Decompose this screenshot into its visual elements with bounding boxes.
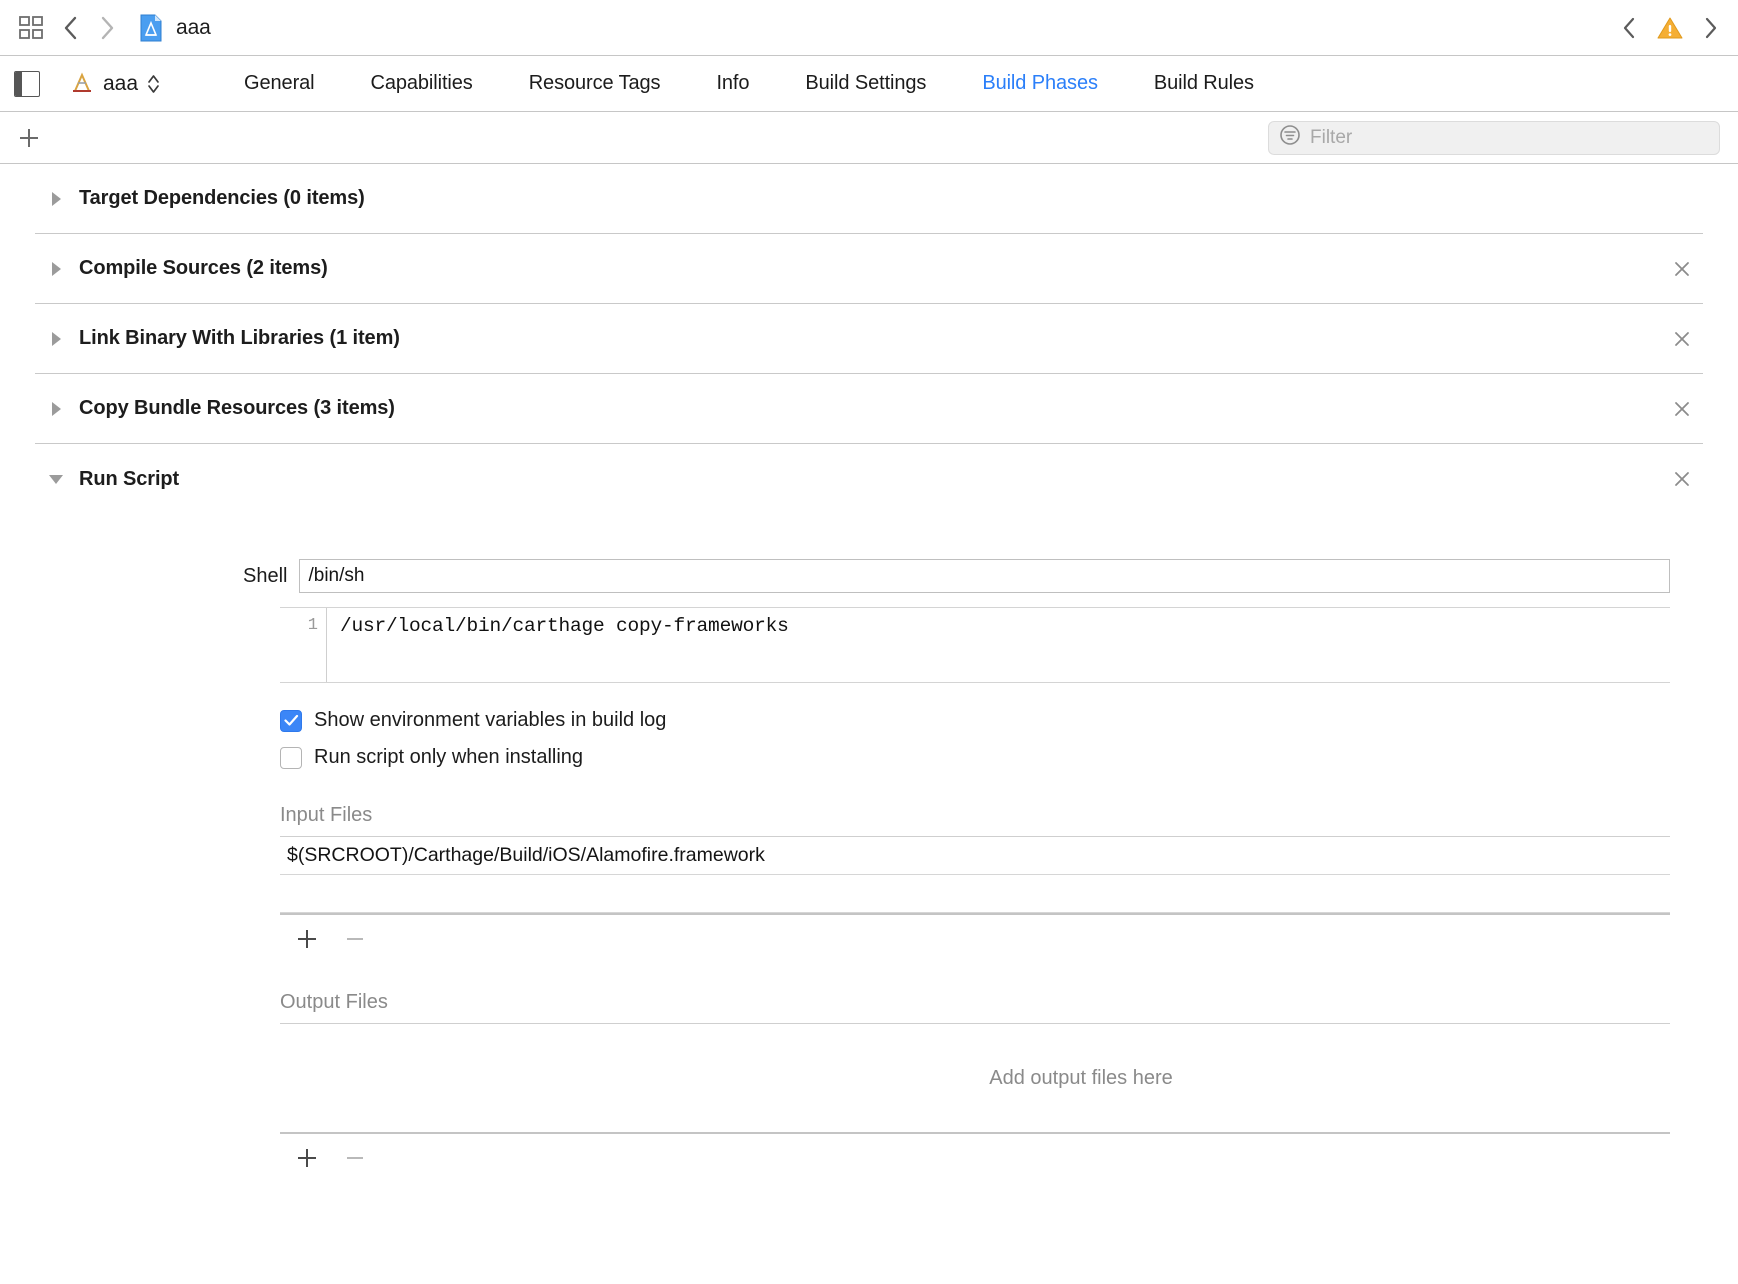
install-only-label: Run script only when installing — [314, 746, 584, 768]
chevron-right-icon[interactable] — [42, 395, 70, 423]
chevron-down-icon[interactable] — [42, 465, 70, 493]
phase-row-compile-sources[interactable]: Compile Sources (2 items) — [35, 234, 1703, 304]
output-files-table: Add output files here — [280, 1023, 1670, 1132]
chevron-right-icon[interactable] — [42, 185, 70, 213]
add-input-file-button[interactable] — [294, 926, 320, 952]
input-file-row[interactable]: $(SRCROOT)/Carthage/Build/iOS/Alamofire.… — [280, 837, 1670, 875]
tab-list: General Capabilities Resource Tags Info … — [216, 72, 1282, 95]
build-phases-list: Target Dependencies (0 items) Compile So… — [0, 164, 1738, 1284]
previous-issue-button[interactable] — [1618, 13, 1640, 43]
output-files-empty-text: Add output files here — [989, 1066, 1173, 1089]
add-output-file-button[interactable] — [294, 1145, 320, 1171]
phase-title: Target Dependencies (0 items) — [79, 187, 365, 209]
editor-tab-bar: aaa General Capabilities Resource Tags I… — [0, 56, 1738, 112]
tab-general[interactable]: General — [216, 72, 342, 95]
script-text[interactable]: /usr/local/bin/carthage copy-frameworks — [327, 608, 1670, 682]
show-env-variables-label: Show environment variables in build log — [314, 709, 667, 731]
navigator-panel-toggle-icon[interactable] — [14, 70, 40, 97]
show-env-variables-row[interactable]: Show environment variables in build log — [280, 702, 1703, 739]
line-number: 1 — [280, 608, 327, 682]
install-only-checkbox[interactable] — [280, 746, 302, 769]
filter-placeholder: Filter — [1310, 126, 1353, 148]
warning-triangle-icon[interactable] — [1656, 14, 1684, 42]
phase-row-run-script[interactable]: Run Script — [35, 444, 1703, 514]
target-name: aaa — [103, 71, 139, 95]
close-x-icon[interactable] — [1669, 256, 1695, 282]
script-options: Show environment variables in build log … — [280, 702, 1703, 776]
show-env-variables-checkbox[interactable] — [280, 709, 302, 732]
back-button[interactable] — [60, 13, 82, 43]
phase-row-link-binary[interactable]: Link Binary With Libraries (1 item) — [35, 304, 1703, 374]
next-issue-button[interactable] — [1700, 13, 1722, 43]
tab-build-phases[interactable]: Build Phases — [954, 72, 1126, 95]
input-files-label: Input Files — [280, 804, 373, 826]
phase-title: Copy Bundle Resources (3 items) — [79, 397, 395, 419]
tab-capabilities[interactable]: Capabilities — [343, 72, 501, 95]
script-editor[interactable]: 1 /usr/local/bin/carthage copy-framework… — [280, 607, 1670, 683]
phase-filter-bar: Filter — [0, 112, 1738, 164]
phase-title: Link Binary With Libraries (1 item) — [79, 327, 400, 349]
xcode-target-icon — [68, 71, 96, 97]
phase-title: Compile Sources (2 items) — [79, 257, 328, 279]
phase-title: Run Script — [79, 467, 180, 490]
install-only-row[interactable]: Run script only when installing — [280, 739, 1703, 776]
tab-info[interactable]: Info — [688, 72, 777, 95]
output-files-label: Output Files — [280, 991, 388, 1013]
shell-row: Shell — [35, 559, 1703, 593]
close-x-icon[interactable] — [1669, 326, 1695, 352]
close-x-icon[interactable] — [1669, 396, 1695, 422]
chevron-right-icon[interactable] — [42, 325, 70, 353]
shell-input[interactable] — [299, 559, 1670, 593]
close-x-icon[interactable] — [1669, 466, 1695, 492]
tab-resource-tags[interactable]: Resource Tags — [501, 72, 689, 95]
window-toolbar: aaa — [0, 0, 1738, 56]
output-files-controls — [280, 1134, 1703, 1182]
phase-row-copy-bundle-resources[interactable]: Copy Bundle Resources (3 items) — [35, 374, 1703, 444]
forward-button[interactable] — [96, 13, 118, 43]
input-files-table: $(SRCROOT)/Carthage/Build/iOS/Alamofire.… — [280, 836, 1670, 913]
chevron-right-icon[interactable] — [42, 255, 70, 283]
tab-build-settings[interactable]: Build Settings — [777, 72, 954, 95]
input-file-row-empty[interactable] — [280, 875, 1670, 913]
target-chooser[interactable]: aaa — [68, 71, 160, 97]
remove-input-file-button[interactable] — [342, 926, 368, 952]
input-files-controls — [280, 915, 1703, 963]
shell-label: Shell — [243, 564, 288, 587]
document-title: aaa — [176, 15, 211, 39]
tab-build-rules[interactable]: Build Rules — [1126, 72, 1282, 95]
filter-field[interactable]: Filter — [1268, 120, 1720, 155]
phase-row-target-dependencies[interactable]: Target Dependencies (0 items) — [35, 164, 1703, 234]
run-script-body: Shell 1 /usr/local/bin/carthage copy-fra… — [0, 559, 1738, 1182]
xcode-project-icon — [138, 13, 164, 43]
add-build-phase-button[interactable] — [14, 123, 44, 153]
filter-icon — [1279, 124, 1301, 151]
grid-view-icon[interactable] — [14, 11, 48, 45]
up-down-stepper-icon[interactable] — [147, 73, 160, 95]
remove-output-file-button[interactable] — [342, 1145, 368, 1171]
